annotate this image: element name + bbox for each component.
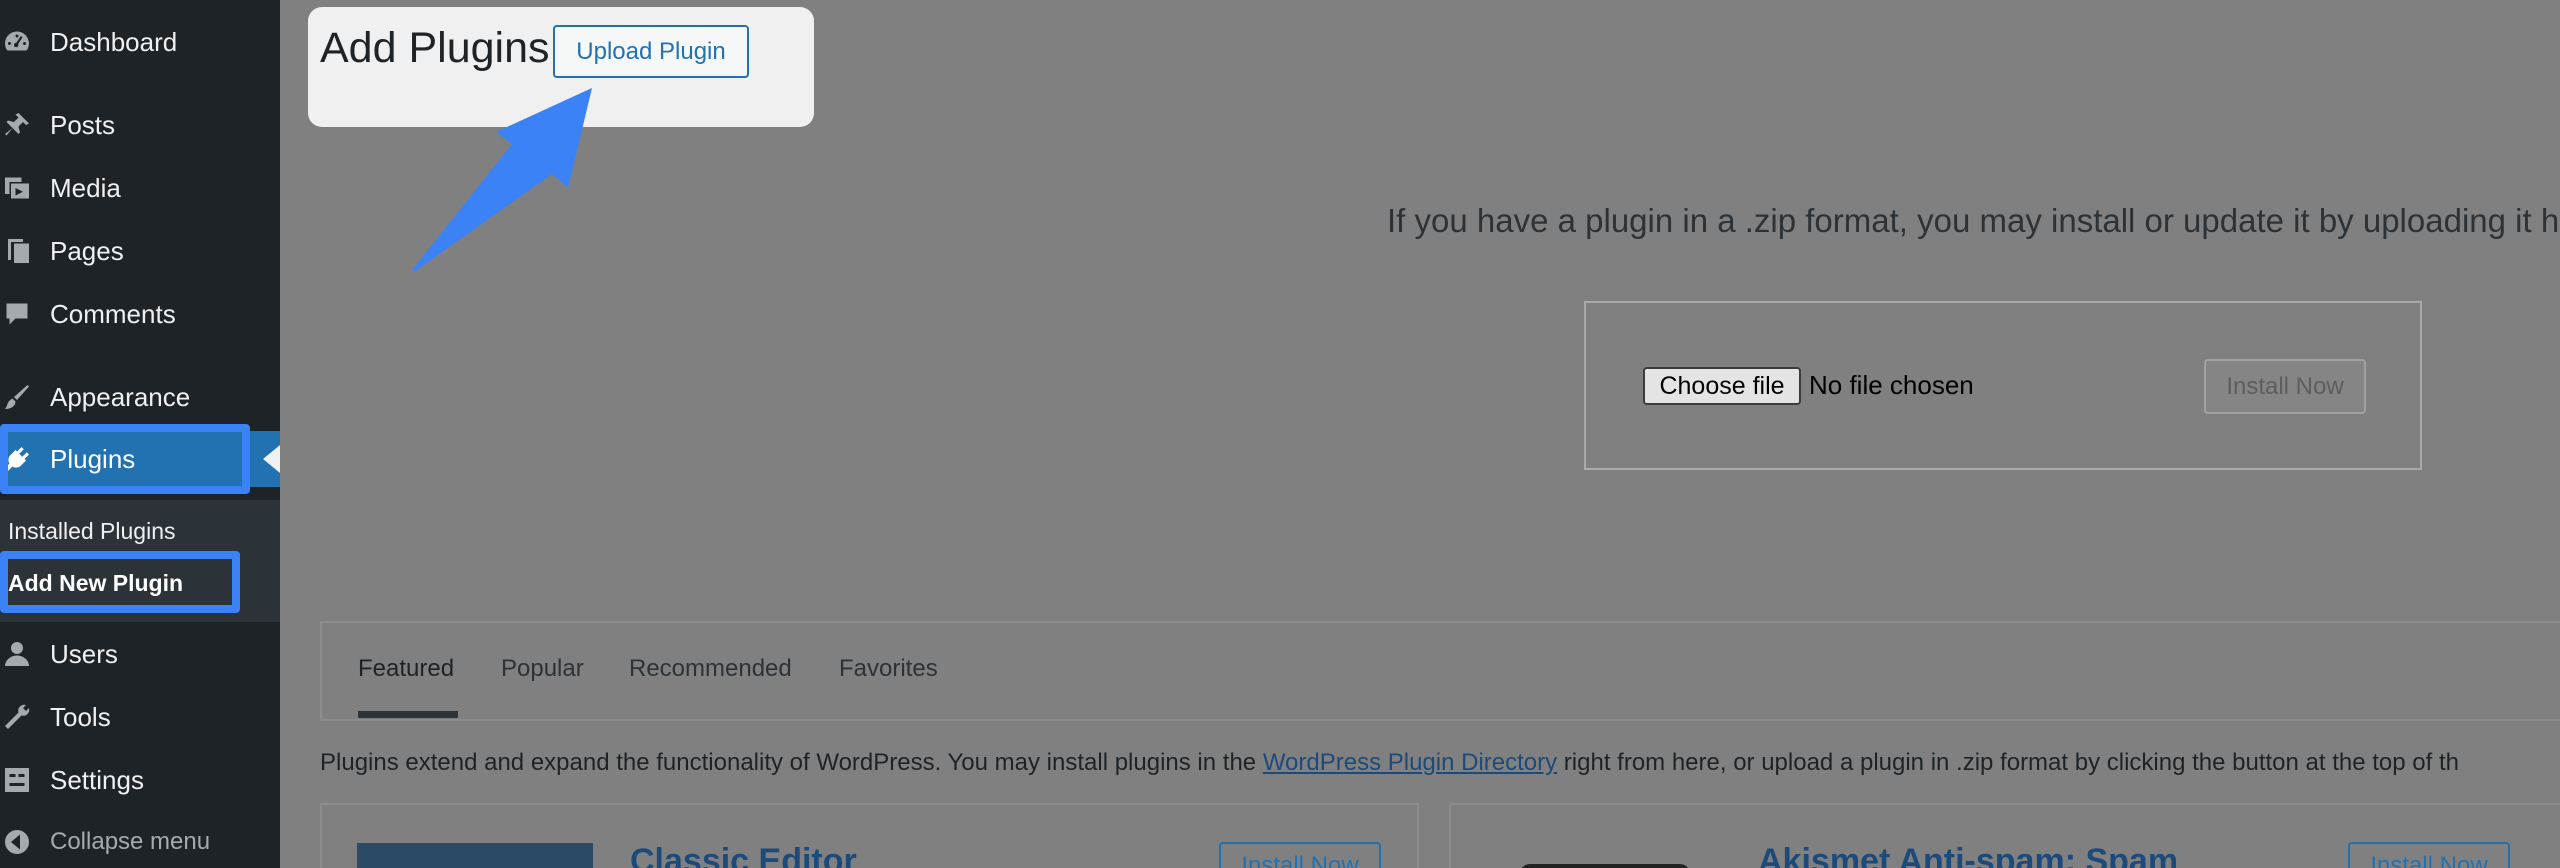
page-title: Add Plugins: [320, 24, 550, 72]
wrench-icon: [0, 689, 40, 745]
menu-label: Appearance: [50, 381, 191, 412]
choose-file-button[interactable]: Choose file: [1643, 367, 1801, 405]
media-icon: [0, 160, 40, 216]
menu-media[interactable]: Media: [0, 160, 280, 216]
plugin-thumbnail: [1520, 864, 1690, 868]
tab-popular[interactable]: Popular: [501, 655, 584, 683]
install-now-button[interactable]: Install Now: [2204, 359, 2366, 414]
menu-label: Settings: [50, 764, 144, 795]
collapse-menu-button[interactable]: Collapse menu: [0, 814, 280, 868]
pin-icon: [0, 97, 40, 153]
plugin-install-button[interactable]: Install Now: [2348, 842, 2510, 868]
menu-dashboard[interactable]: Dashboard: [0, 14, 280, 70]
intro-text-after: right from here, or upload a plugin in .…: [1557, 749, 2459, 776]
menu-posts[interactable]: Posts: [0, 97, 280, 153]
menu-users[interactable]: Users: [0, 626, 280, 682]
plugins-intro-text: Plugins extend and expand the functional…: [320, 749, 2459, 777]
menu-pages[interactable]: Pages: [0, 223, 280, 279]
menu-comments[interactable]: Comments: [0, 286, 280, 342]
menu-settings[interactable]: Settings: [0, 752, 280, 808]
plugin-directory-link[interactable]: WordPress Plugin Directory: [1263, 749, 1557, 776]
collapse-icon: [0, 814, 40, 868]
menu-label: Pages: [50, 235, 124, 266]
menu-label: Tools: [50, 701, 111, 732]
pages-icon: [0, 223, 40, 279]
menu-label: Comments: [50, 298, 176, 329]
plugin-install-button[interactable]: Install Now: [1219, 842, 1381, 868]
plugin-thumbnail: [357, 843, 593, 868]
menu-label: Posts: [50, 109, 116, 140]
intro-text-before: Plugins extend and expand the functional…: [320, 749, 1263, 776]
menu-tools[interactable]: Tools: [0, 689, 280, 745]
dashboard-icon: [0, 14, 40, 70]
upload-plugin-button[interactable]: Upload Plugin: [553, 25, 749, 78]
annotation-arrow: [412, 88, 592, 272]
active-tab-indicator: [358, 711, 458, 718]
plugin-card-title[interactable]: Akismet Anti-spam: Spam: [1758, 842, 2178, 868]
tab-featured[interactable]: Featured: [358, 655, 454, 683]
current-menu-arrow: [263, 445, 280, 473]
user-icon: [0, 626, 40, 682]
menu-appearance[interactable]: Appearance: [0, 369, 280, 425]
menu-label: Media: [50, 172, 121, 203]
brush-icon: [0, 369, 40, 425]
menu-label: Collapse menu: [50, 828, 211, 855]
submenu-installed-plugins[interactable]: Installed Plugins: [8, 518, 176, 545]
no-file-label: No file chosen: [1809, 370, 1974, 400]
settings-icon: [0, 752, 40, 808]
menu-label: Users: [50, 638, 118, 669]
add-new-highlight-box: [0, 551, 240, 613]
menu-label: Dashboard: [50, 26, 178, 57]
upload-help-text: If you have a plugin in a .zip format, y…: [1387, 202, 2560, 239]
plugin-card-title[interactable]: Classic Editor: [630, 842, 857, 868]
plugins-highlight-box: [0, 424, 250, 494]
tab-favorites[interactable]: Favorites: [839, 655, 938, 683]
comment-icon: [0, 286, 40, 342]
tab-recommended[interactable]: Recommended: [629, 655, 792, 683]
